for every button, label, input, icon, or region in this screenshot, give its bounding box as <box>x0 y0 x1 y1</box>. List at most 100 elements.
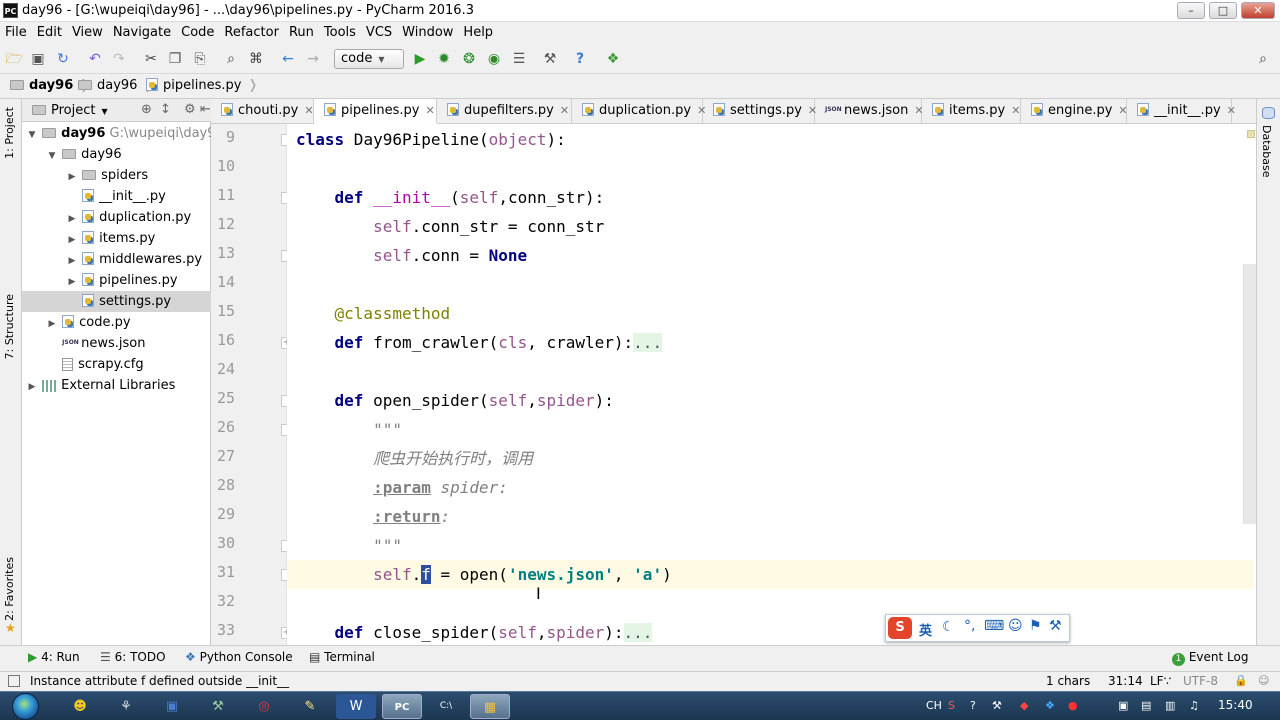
chevron-right-icon[interactable]: ▶ <box>26 377 38 398</box>
tab-news-json[interactable]: JSON news.json ✕ <box>815 99 924 124</box>
tab-run[interactable]: ▶ 4: Run <box>28 650 80 664</box>
moon-icon[interactable]: ☾ <box>942 619 955 635</box>
maximize-button[interactable]: □ <box>1209 2 1237 19</box>
menu-view[interactable]: View <box>67 22 108 40</box>
sogou-tray-icon[interactable]: S <box>948 699 955 712</box>
concurrency-icon[interactable]: ☰ <box>510 50 528 68</box>
project-tree-item[interactable]: __init__.py <box>22 186 211 207</box>
menu-edit[interactable]: Edit <box>32 22 67 40</box>
inspector-icon[interactable]: ☺ <box>1258 674 1269 687</box>
tab-project-toolwindow[interactable]: 1: Project <box>3 107 16 159</box>
tray-icon-b[interactable]: ❖ <box>1045 699 1055 712</box>
coverage-icon[interactable]: ❂ <box>460 50 478 68</box>
volume-icon[interactable]: ♫ <box>1189 699 1199 712</box>
chevron-down-icon[interactable]: ▼ <box>26 125 38 146</box>
forward-icon[interactable]: → <box>304 50 322 68</box>
project-tree-item[interactable]: ▶ pipelines.py <box>22 270 211 291</box>
chevron-right-icon[interactable]: ▶ <box>46 314 58 335</box>
recorder-icon[interactable]: ▦ <box>470 694 510 719</box>
chevron-right-icon[interactable]: ▶ <box>66 272 78 293</box>
hide-panel-icon[interactable]: ⇤ <box>200 102 211 117</box>
menu-navigate[interactable]: Navigate <box>108 22 176 40</box>
taskbar-clock[interactable]: 15:40 <box>1218 698 1253 712</box>
network-icon[interactable]: ▥ <box>1165 699 1175 712</box>
skin-icon[interactable]: ⚑ <box>1029 618 1042 634</box>
notepad-icon[interactable]: ✎ <box>290 694 330 719</box>
tab-dupefilters-py[interactable]: dupefilters.py ✕ <box>437 99 572 124</box>
open-folder-icon[interactable]: 🗁 <box>5 50 23 68</box>
tab-structure-toolwindow[interactable]: 7: Structure <box>3 294 16 359</box>
menu-refactor[interactable]: Refactor <box>219 22 284 40</box>
tool-windows-toggle-icon[interactable] <box>8 675 20 687</box>
close-button[interactable]: ✕ <box>1241 2 1275 19</box>
tray-language[interactable]: CH <box>926 699 942 712</box>
chrome-icon[interactable]: ◎ <box>244 694 284 719</box>
word-icon[interactable]: W <box>336 694 376 719</box>
project-tree-item[interactable]: ▼ day96 <box>22 144 211 165</box>
record-tray-icon[interactable]: ● <box>1068 699 1078 712</box>
project-tree-item[interactable]: ▶ External Libraries <box>22 375 211 396</box>
locate-icon[interactable]: ⊕ <box>141 102 152 117</box>
project-tree-item[interactable]: ▶ items.py <box>22 228 211 249</box>
menu-window[interactable]: Window <box>397 22 458 40</box>
code-editor[interactable]: class Day96Pipeline(object): def __init_… <box>287 124 1256 645</box>
tab-chouti-py[interactable]: chouti.py ✕ <box>211 99 314 124</box>
project-tree-item[interactable]: ▶ spiders <box>22 165 211 186</box>
chevron-right-icon[interactable]: ▶ <box>66 209 78 230</box>
tray-icon-c[interactable]: ▣ <box>1118 699 1128 712</box>
antivirus-tray-icon[interactable]: ◆ <box>1020 699 1028 712</box>
project-tree-item[interactable]: scrapy.cfg <box>22 354 211 375</box>
close-icon[interactable]: ✕ <box>1011 104 1020 117</box>
pycharm-taskbar-icon[interactable]: PC <box>382 694 422 719</box>
tab-todo[interactable]: ☰ 6: TODO <box>100 650 166 664</box>
tools-icon[interactable]: ⚒ <box>1049 618 1062 634</box>
find-icon[interactable]: ⌕ <box>222 50 240 68</box>
menu-tools[interactable]: Tools <box>319 22 361 40</box>
project-tree-item[interactable]: settings.py <box>22 291 211 312</box>
menu-run[interactable]: Run <box>284 22 319 40</box>
taskbar-app-3[interactable]: ⚒ <box>198 694 238 719</box>
close-icon[interactable]: ✕ <box>560 104 569 117</box>
debug-icon[interactable]: ✹ <box>435 50 453 68</box>
close-icon[interactable]: ✕ <box>304 104 313 117</box>
tab-items-py[interactable]: items.py ✕ <box>922 99 1021 124</box>
tab-database-toolwindow[interactable]: Database <box>1260 125 1273 178</box>
tab-pipelines-py[interactable]: pipelines.py ✕ <box>314 99 437 124</box>
project-tree-item[interactable]: JSON news.json <box>22 333 211 354</box>
tab-init-py[interactable]: __init__.py ✕ <box>1127 99 1236 124</box>
lock-icon[interactable]: 🔒 <box>1234 674 1248 687</box>
help-icon[interactable]: ? <box>571 50 589 68</box>
sync-icon[interactable]: ↻ <box>54 50 72 68</box>
tray-icon-a[interactable]: ⚒ <box>992 699 1002 712</box>
cut-icon[interactable]: ✂ <box>142 50 160 68</box>
start-button[interactable] <box>4 692 46 721</box>
gear-icon[interactable]: ⚙ <box>184 102 196 117</box>
profile-icon[interactable]: ◉ <box>485 50 503 68</box>
settings-wrench-icon[interactable]: ⚒ <box>541 50 559 68</box>
tab-terminal[interactable]: ▤ Terminal <box>309 650 375 664</box>
project-tree-item[interactable]: ▶ code.py <box>22 312 211 333</box>
replace-icon[interactable]: ⌘ <box>247 50 265 68</box>
collapse-all-icon[interactable]: ↕ <box>160 102 171 117</box>
inspection-status-icon[interactable] <box>1247 130 1255 138</box>
taskbar-app-2[interactable]: ⚘ <box>106 694 146 719</box>
menu-code[interactable]: Code <box>176 22 219 40</box>
caret-position[interactable]: 31:14 <box>1108 674 1143 688</box>
close-icon[interactable]: ✕ <box>1227 104 1236 117</box>
tab-favorites-toolwindow[interactable]: 2: Favorites <box>3 557 16 621</box>
plugin-icon[interactable]: ❖ <box>604 50 622 68</box>
tab-duplication-py[interactable]: duplication.py ✕ <box>572 99 706 124</box>
tab-engine-py[interactable]: engine.py ✕ <box>1021 99 1128 124</box>
copy-icon[interactable]: ❐ <box>166 50 184 68</box>
chevron-right-icon[interactable]: ▶ <box>66 230 78 251</box>
taskbar-app-1[interactable]: ☻ <box>60 694 100 719</box>
minimize-button[interactable]: – <box>1177 2 1205 19</box>
ime-language-toggle[interactable]: 英 <box>919 620 932 639</box>
user-icon[interactable]: ☺ <box>1008 618 1023 634</box>
cmd-icon[interactable]: C:\ <box>426 694 466 719</box>
help-tray-icon[interactable]: ? <box>970 699 976 712</box>
chevron-right-icon[interactable]: ▶ <box>66 251 78 272</box>
project-tree-item[interactable]: ▶ duplication.py <box>22 207 211 228</box>
breadcrumb-package[interactable]: day96❭ <box>78 78 154 93</box>
run-configuration-select[interactable]: code ▼ <box>334 49 404 69</box>
